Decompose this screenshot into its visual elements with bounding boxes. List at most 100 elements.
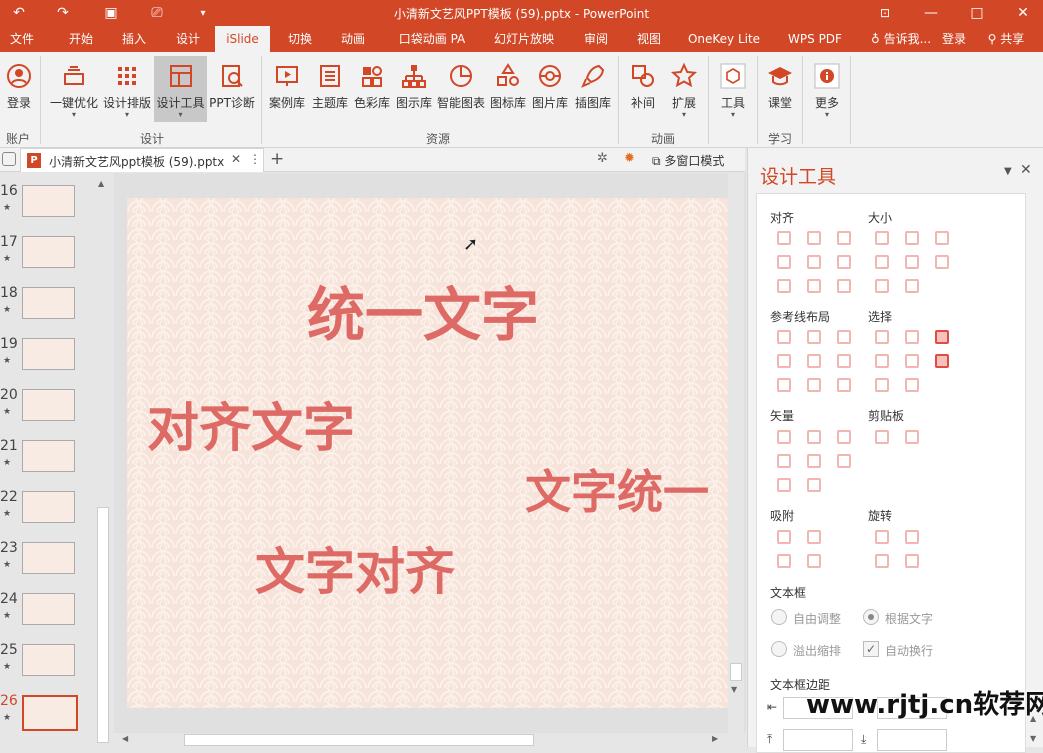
tab-onekey[interactable]: OneKey Lite xyxy=(684,26,764,52)
size-left-icon[interactable] xyxy=(875,279,889,293)
overflow-shrink-radio[interactable] xyxy=(771,641,787,657)
thumbnail-scrollbar[interactable]: ▲ xyxy=(95,177,111,747)
document-tab[interactable]: P 小清新文艺风ppt模板 (59).pptx ✕ ⋮ xyxy=(20,148,264,172)
slide-text-2[interactable]: 对齐文字 xyxy=(147,386,355,461)
ribbon-display-icon[interactable]: ⊡ xyxy=(870,0,900,26)
select-layer-icon[interactable] xyxy=(875,378,889,392)
tab-design[interactable]: 设计 xyxy=(166,26,210,52)
more-button[interactable]: 更多 ▾ xyxy=(808,56,846,122)
icon-library-button[interactable]: 图标库 xyxy=(488,56,528,122)
snap-top-icon[interactable] xyxy=(777,530,791,544)
tab-home[interactable]: 开始 xyxy=(57,26,105,52)
tab-list-icon[interactable] xyxy=(2,152,16,166)
guide-bottom-icon[interactable] xyxy=(837,354,851,368)
classroom-button[interactable]: 课堂 xyxy=(762,56,798,122)
scroll-up-icon[interactable]: ▲ xyxy=(98,179,104,188)
tab-review[interactable]: 审阅 xyxy=(574,26,618,52)
snap-bottom-icon[interactable] xyxy=(777,554,791,568)
image-library-button[interactable]: 图片库 xyxy=(530,56,570,122)
distribute-vertical-icon[interactable] xyxy=(807,279,821,293)
align-expand-icon[interactable] xyxy=(837,279,851,293)
multi-window-button[interactable]: ⧉ 多窗口模式 xyxy=(652,152,724,169)
tab-transitions[interactable]: 切换 xyxy=(278,26,322,52)
slide-text-1[interactable]: 统一文字 xyxy=(307,268,539,352)
snap-left-icon[interactable] xyxy=(807,554,821,568)
fit-text-radio[interactable] xyxy=(863,609,879,625)
minimize-icon[interactable]: — xyxy=(916,0,946,26)
scroll-left-icon[interactable]: ◀ xyxy=(122,734,128,743)
vector-fragment-icon[interactable] xyxy=(837,430,851,444)
scroll-thumb[interactable] xyxy=(730,663,742,681)
free-resize-radio[interactable] xyxy=(771,609,787,625)
word-wrap-checkbox[interactable]: ✓ xyxy=(863,641,879,657)
settings-gear-icon[interactable]: ✹ xyxy=(624,151,635,166)
vector-subtract-icon[interactable] xyxy=(807,454,821,468)
maximize-icon[interactable]: □ xyxy=(962,0,992,26)
close-icon[interactable]: ✕ xyxy=(1008,0,1038,26)
same-width-icon[interactable] xyxy=(875,231,889,245)
tab-animations[interactable]: 动画 xyxy=(331,26,375,52)
vector-union-icon[interactable] xyxy=(777,430,791,444)
diagram-library-button[interactable]: 图示库 xyxy=(393,56,435,122)
tools-button[interactable]: 工具 ▾ xyxy=(714,56,752,122)
flip-vertical-icon[interactable] xyxy=(905,554,919,568)
tab-file[interactable]: 文件 xyxy=(0,26,44,52)
margin-top-input[interactable] xyxy=(783,729,853,751)
guide-right-icon[interactable] xyxy=(837,330,851,344)
tab-wps-pdf[interactable]: WPS PDF xyxy=(780,26,850,52)
canvas-scrollbar[interactable]: ▼ xyxy=(728,173,744,733)
paste-icon[interactable] xyxy=(905,430,919,444)
color-library-button[interactable]: 色彩库 xyxy=(351,56,393,122)
guide-top-icon[interactable] xyxy=(777,354,791,368)
align-left-icon[interactable] xyxy=(777,231,791,245)
align-top-icon[interactable] xyxy=(777,255,791,269)
rotate-left-icon[interactable] xyxy=(875,530,889,544)
login-button[interactable]: 登录 xyxy=(2,56,36,122)
rotate-right-icon[interactable] xyxy=(905,530,919,544)
guide-grid-icon[interactable] xyxy=(837,378,851,392)
smart-chart-button[interactable]: 智能图表 xyxy=(435,56,487,122)
case-library-button[interactable]: 案例库 xyxy=(266,56,308,122)
select-back-icon[interactable] xyxy=(905,378,919,392)
tell-me-box[interactable]: ♁ 告诉我... xyxy=(866,26,936,52)
guide-left-icon[interactable] xyxy=(777,330,791,344)
align-center-icon[interactable] xyxy=(807,231,821,245)
theme-library-button[interactable]: 主题库 xyxy=(309,56,351,122)
illustration-library-button[interactable]: 插图库 xyxy=(572,56,614,122)
one-click-optimize-button[interactable]: 一键优化 ▾ xyxy=(48,56,100,122)
panel-scrollbar[interactable]: ▲ ▼ xyxy=(1029,194,1042,747)
size-top-icon[interactable] xyxy=(875,255,889,269)
panel-close-icon[interactable]: ✕ xyxy=(1020,162,1032,178)
tab-insert[interactable]: 插入 xyxy=(112,26,156,52)
guide-middle-icon[interactable] xyxy=(807,354,821,368)
horizontal-scrollbar[interactable]: ◀ ▶ xyxy=(114,733,746,747)
select-same-icon[interactable] xyxy=(875,330,889,344)
panel-dropdown-icon[interactable]: ▼ xyxy=(1004,166,1012,177)
vector-combine-icon[interactable] xyxy=(807,430,821,444)
magic-wand-icon[interactable] xyxy=(935,330,949,344)
vector-outline-icon[interactable] xyxy=(837,454,851,468)
align-bottom-icon[interactable] xyxy=(837,255,851,269)
tween-button[interactable]: 补间 xyxy=(624,56,662,122)
design-layout-button[interactable]: 设计排版 ▾ xyxy=(102,56,152,122)
new-tab-icon[interactable]: + xyxy=(270,149,284,169)
margin-bottom-input[interactable] xyxy=(877,729,947,751)
close-tab-icon[interactable]: ✕ xyxy=(231,152,241,166)
login-link[interactable]: 登录 xyxy=(938,26,970,52)
scroll-thumb[interactable] xyxy=(184,734,534,746)
size-right-icon[interactable] xyxy=(905,279,919,293)
size-swap-icon[interactable] xyxy=(935,255,949,269)
scroll-thumb[interactable] xyxy=(97,507,109,743)
guide-center-icon[interactable] xyxy=(807,330,821,344)
copy-icon[interactable] xyxy=(875,430,889,444)
slide-canvas[interactable]: 统一文字 对齐文字 文字统一 文字对齐 ➚ xyxy=(127,198,728,708)
tab-slideshow[interactable]: 幻灯片放映 xyxy=(488,26,560,52)
vector-text-icon[interactable] xyxy=(777,478,791,492)
scroll-down-icon[interactable]: ▼ xyxy=(731,685,737,694)
same-size-icon[interactable] xyxy=(935,231,949,245)
align-middle-icon[interactable] xyxy=(807,255,821,269)
select-shape-icon[interactable] xyxy=(875,354,889,368)
tab-view[interactable]: 视图 xyxy=(627,26,671,52)
ppt-diagnosis-button[interactable]: PPT诊断 xyxy=(208,56,256,122)
align-right-icon[interactable] xyxy=(837,231,851,245)
